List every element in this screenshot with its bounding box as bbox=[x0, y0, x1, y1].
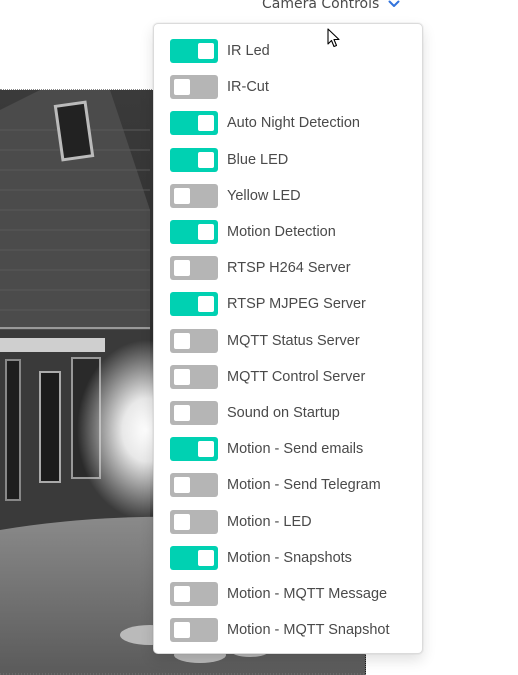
chevron-down-icon bbox=[387, 0, 401, 11]
toggle-knob bbox=[174, 332, 190, 349]
control-item[interactable]: Motion - MQTT Snapshot bbox=[154, 612, 422, 648]
toggle-knob bbox=[174, 585, 190, 602]
toggle-switch[interactable] bbox=[170, 183, 218, 208]
toggle-knob bbox=[174, 513, 190, 530]
toggle-switch[interactable] bbox=[170, 111, 218, 136]
control-item[interactable]: MQTT Status Server bbox=[154, 323, 422, 359]
control-item[interactable]: Motion Detection bbox=[154, 214, 422, 250]
control-item[interactable]: Yellow LED bbox=[154, 178, 422, 214]
toggle-knob bbox=[198, 151, 214, 168]
control-item[interactable]: Motion - MQTT Message bbox=[154, 576, 422, 612]
toggle-switch[interactable] bbox=[170, 618, 218, 643]
toggle-switch[interactable] bbox=[170, 400, 218, 425]
toggle-switch[interactable] bbox=[170, 75, 218, 100]
toggle-switch[interactable] bbox=[170, 364, 218, 389]
control-label: Motion - MQTT Message bbox=[227, 585, 388, 602]
control-label: IR-Cut bbox=[227, 79, 269, 96]
toggle-knob bbox=[174, 79, 190, 96]
control-label: Motion - Send Telegram bbox=[227, 477, 381, 494]
toggle-switch[interactable] bbox=[170, 509, 218, 534]
control-label: Blue LED bbox=[227, 151, 289, 168]
toggle-knob bbox=[198, 441, 214, 458]
toggle-switch[interactable] bbox=[170, 147, 218, 172]
control-label: Yellow LED bbox=[227, 187, 301, 204]
control-item[interactable]: RTSP H264 Server bbox=[154, 250, 422, 286]
toggle-knob bbox=[198, 224, 214, 241]
toggle-knob bbox=[198, 549, 214, 566]
mouse-cursor-icon bbox=[327, 28, 341, 48]
toggle-switch[interactable] bbox=[170, 220, 218, 245]
toggle-knob bbox=[174, 622, 190, 639]
control-label: Motion - Snapshots bbox=[227, 549, 352, 566]
control-label: MQTT Control Server bbox=[227, 368, 366, 385]
control-item[interactable]: Sound on Startup bbox=[154, 395, 422, 431]
camera-page: Camera Controls IR Led IR-Cut Auto Night… bbox=[0, 0, 518, 675]
toggle-switch[interactable] bbox=[170, 256, 218, 281]
control-item[interactable]: IR-Cut bbox=[154, 69, 422, 105]
toggle-knob bbox=[198, 115, 214, 132]
control-item[interactable]: Auto Night Detection bbox=[154, 105, 422, 141]
control-item[interactable]: Motion - Snapshots bbox=[154, 540, 422, 576]
toggle-knob bbox=[174, 187, 190, 204]
control-label: Motion Detection bbox=[227, 224, 336, 241]
control-label: Auto Night Detection bbox=[227, 115, 360, 132]
control-label: Sound on Startup bbox=[227, 404, 340, 421]
camera-controls-menu-trigger[interactable]: Camera Controls bbox=[262, 0, 401, 14]
control-label: Motion - Send emails bbox=[227, 441, 364, 458]
toggle-knob bbox=[174, 368, 190, 385]
control-label: Motion - LED bbox=[227, 513, 312, 530]
control-item[interactable]: Blue LED bbox=[154, 142, 422, 178]
control-item[interactable]: RTSP MJPEG Server bbox=[154, 286, 422, 322]
toggle-switch[interactable] bbox=[170, 581, 218, 606]
control-item[interactable]: Motion - Send emails bbox=[154, 431, 422, 467]
control-item[interactable]: Motion - LED bbox=[154, 503, 422, 539]
control-label: Motion - MQTT Snapshot bbox=[227, 622, 390, 639]
control-item[interactable]: Motion - Send Telegram bbox=[154, 467, 422, 503]
toggle-switch[interactable] bbox=[170, 437, 218, 462]
toggle-knob bbox=[174, 477, 190, 494]
toggle-knob bbox=[174, 260, 190, 277]
toggle-switch[interactable] bbox=[170, 292, 218, 317]
toggle-switch[interactable] bbox=[170, 473, 218, 498]
toggle-switch[interactable] bbox=[170, 545, 218, 570]
control-item[interactable]: MQTT Control Server bbox=[154, 359, 422, 395]
toggle-knob bbox=[198, 43, 214, 60]
control-label: RTSP MJPEG Server bbox=[227, 296, 366, 313]
control-item[interactable]: IR Led bbox=[154, 33, 422, 69]
toggle-knob bbox=[174, 404, 190, 421]
toggle-knob bbox=[198, 296, 214, 313]
camera-controls-dropdown: IR Led IR-Cut Auto Night Detection Blue LED… bbox=[153, 23, 423, 654]
control-label: IR Led bbox=[227, 43, 270, 60]
toggle-switch[interactable] bbox=[170, 328, 218, 353]
control-label: MQTT Status Server bbox=[227, 332, 360, 349]
camera-controls-label: Camera Controls bbox=[262, 0, 380, 12]
toggle-switch[interactable] bbox=[170, 39, 218, 64]
control-label: RTSP H264 Server bbox=[227, 260, 351, 277]
